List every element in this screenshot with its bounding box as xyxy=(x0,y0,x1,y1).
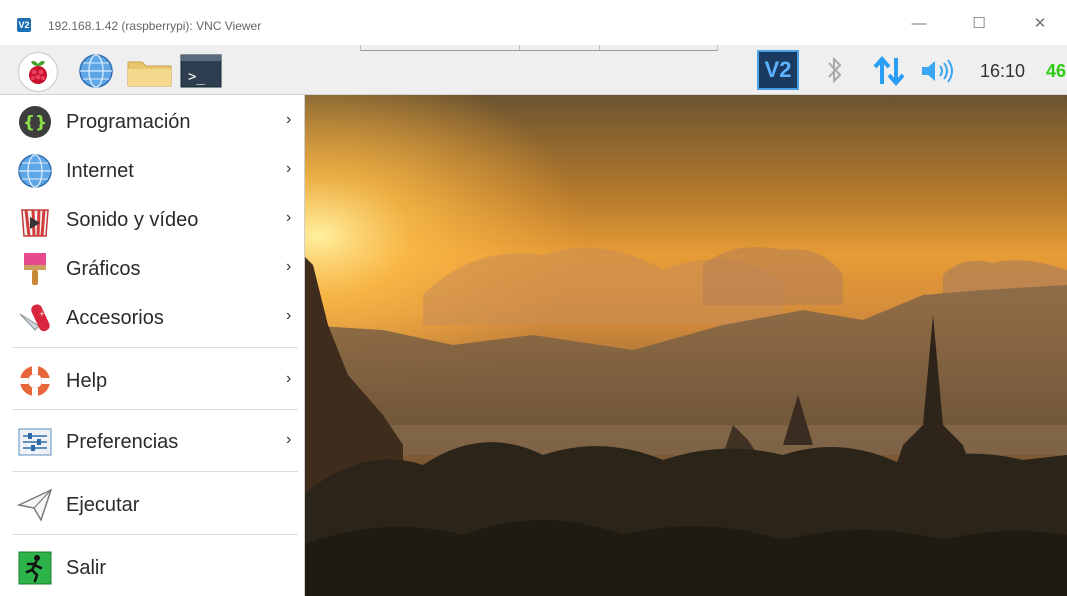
terminal-icon[interactable]: >_ xyxy=(180,54,222,88)
submenu-arrow-icon: › xyxy=(286,209,292,226)
menu-item-salir[interactable]: Salir xyxy=(8,544,304,590)
volume-icon[interactable] xyxy=(920,59,960,83)
swiss-knife-icon: + xyxy=(17,300,53,336)
window-titlebar: V2 192.168.1.42 (raspberrypi): VNC Viewe… xyxy=(0,0,1067,46)
application-menu: {} Programación › Internet › Sonido y ví… xyxy=(8,95,305,596)
window-title: 192.168.1.42 (raspberrypi): VNC Viewer xyxy=(48,19,262,33)
menu-item-label: Programación xyxy=(66,111,191,133)
menu-item-graficos[interactable]: Gráficos › xyxy=(8,245,304,291)
desktop-wallpaper[interactable] xyxy=(303,95,1067,596)
menu-item-label: Help xyxy=(66,370,108,392)
submenu-arrow-icon: › xyxy=(286,431,292,448)
svg-text:+: + xyxy=(39,310,45,318)
menu-divider xyxy=(12,534,298,535)
menu-item-label: Accesorios xyxy=(66,307,164,329)
menu-divider xyxy=(12,409,298,410)
menu-item-label: Sonido y vídeo xyxy=(66,209,199,231)
cpu-usage-monitor[interactable]: 46 xyxy=(1046,61,1066,82)
menu-item-label: Gráficos xyxy=(66,258,141,280)
menu-item-programacion[interactable]: {} Programación › xyxy=(8,98,304,144)
paintbrush-icon xyxy=(17,251,53,287)
menu-item-label: Salir xyxy=(66,557,107,579)
bluetooth-icon[interactable] xyxy=(825,55,845,85)
panel-window-list-area[interactable] xyxy=(360,45,718,51)
menu-item-label: Ejecutar xyxy=(66,494,140,516)
submenu-arrow-icon: › xyxy=(286,258,292,275)
menu-item-internet[interactable]: Internet › xyxy=(8,147,304,193)
terminal-prompt-glyph: >_ xyxy=(188,69,205,85)
submenu-arrow-icon: › xyxy=(286,111,292,128)
exit-running-man-icon xyxy=(17,550,53,586)
menu-item-accesorios[interactable]: + Accesorios › xyxy=(8,294,304,340)
minimize-button[interactable]: — xyxy=(904,12,934,36)
sunset-temples-wallpaper xyxy=(303,95,1067,596)
taskbar-panel: >_ V2 16:10 46 xyxy=(0,45,1067,95)
menu-item-preferencias[interactable]: Preferencias › xyxy=(8,418,304,464)
menu-divider xyxy=(12,471,298,472)
vnc-server-icon[interactable]: V2 xyxy=(757,50,799,90)
submenu-arrow-icon: › xyxy=(286,370,292,387)
menu-item-sonido-y-video[interactable]: Sonido y vídeo › xyxy=(8,196,304,242)
network-updown-icon[interactable] xyxy=(870,54,908,88)
submenu-arrow-icon: › xyxy=(286,160,292,177)
web-browser-globe-icon[interactable] xyxy=(78,53,114,89)
multimedia-icon xyxy=(17,202,53,238)
vnc-viewer-app-icon: V2 xyxy=(17,18,31,32)
code-brackets-icon: {} xyxy=(17,104,53,140)
paper-plane-icon xyxy=(16,487,53,523)
maximize-button[interactable]: ☐ xyxy=(964,12,994,36)
file-manager-folder-icon[interactable] xyxy=(125,56,175,88)
globe-icon xyxy=(17,153,53,189)
menu-divider xyxy=(12,347,298,348)
menu-item-help[interactable]: Help › xyxy=(8,357,304,403)
clock[interactable]: 16:10 xyxy=(980,61,1025,82)
close-button[interactable]: ✕ xyxy=(1025,12,1055,36)
menu-item-ejecutar[interactable]: Ejecutar xyxy=(8,481,304,527)
settings-sliders-icon xyxy=(17,424,53,460)
menu-item-label: Internet xyxy=(66,160,134,182)
lifebuoy-icon xyxy=(17,363,53,399)
submenu-arrow-icon: › xyxy=(286,307,292,324)
raspberry-menu-icon[interactable] xyxy=(18,52,58,92)
svg-text:{}: {} xyxy=(23,113,47,133)
menu-item-label: Preferencias xyxy=(66,431,179,453)
